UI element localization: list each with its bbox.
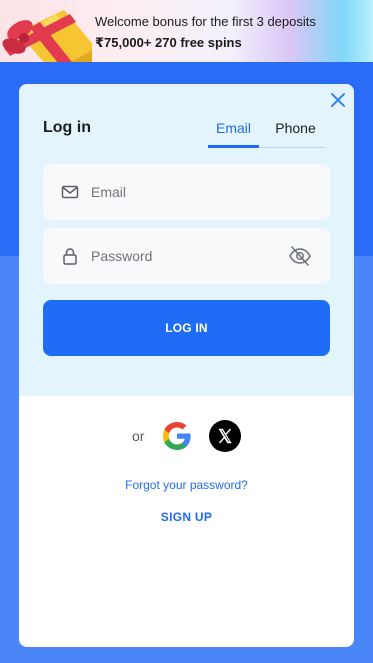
gift-icon — [2, 10, 92, 62]
sign-up-link[interactable]: SIGN UP — [19, 510, 354, 524]
close-icon[interactable] — [329, 91, 347, 109]
modal-title: Log in — [43, 119, 91, 136]
email-placeholder: Email — [91, 184, 127, 200]
promo-title: Welcome bonus for the first 3 deposits — [95, 14, 316, 29]
promo-text: Welcome bonus for the first 3 deposits ₹… — [95, 14, 365, 51]
lock-icon — [63, 248, 77, 265]
login-form-section: Log in Email Phone Email Password LOG IN — [19, 84, 354, 396]
x-icon[interactable] — [209, 420, 241, 452]
tab-email[interactable]: Email — [208, 118, 259, 148]
or-divider-text: or — [132, 428, 145, 444]
password-field[interactable]: Password — [43, 228, 330, 284]
email-field[interactable]: Email — [43, 164, 330, 220]
promo-subtitle: ₹75,000+ 270 free spins — [95, 35, 242, 50]
login-modal: Log in Email Phone Email Password LOG IN… — [19, 84, 354, 647]
login-button[interactable]: LOG IN — [43, 300, 330, 356]
login-method-tabs: Email Phone — [208, 118, 325, 148]
tab-phone[interactable]: Phone — [266, 118, 325, 148]
forgot-password-link[interactable]: Forgot your password? — [19, 478, 354, 492]
google-icon[interactable] — [161, 420, 193, 452]
mail-icon — [61, 185, 79, 199]
promo-banner[interactable]: Welcome bonus for the first 3 deposits ₹… — [0, 0, 373, 62]
password-placeholder: Password — [91, 248, 153, 264]
eye-off-icon[interactable] — [288, 245, 312, 267]
social-login-row: or — [19, 420, 354, 452]
